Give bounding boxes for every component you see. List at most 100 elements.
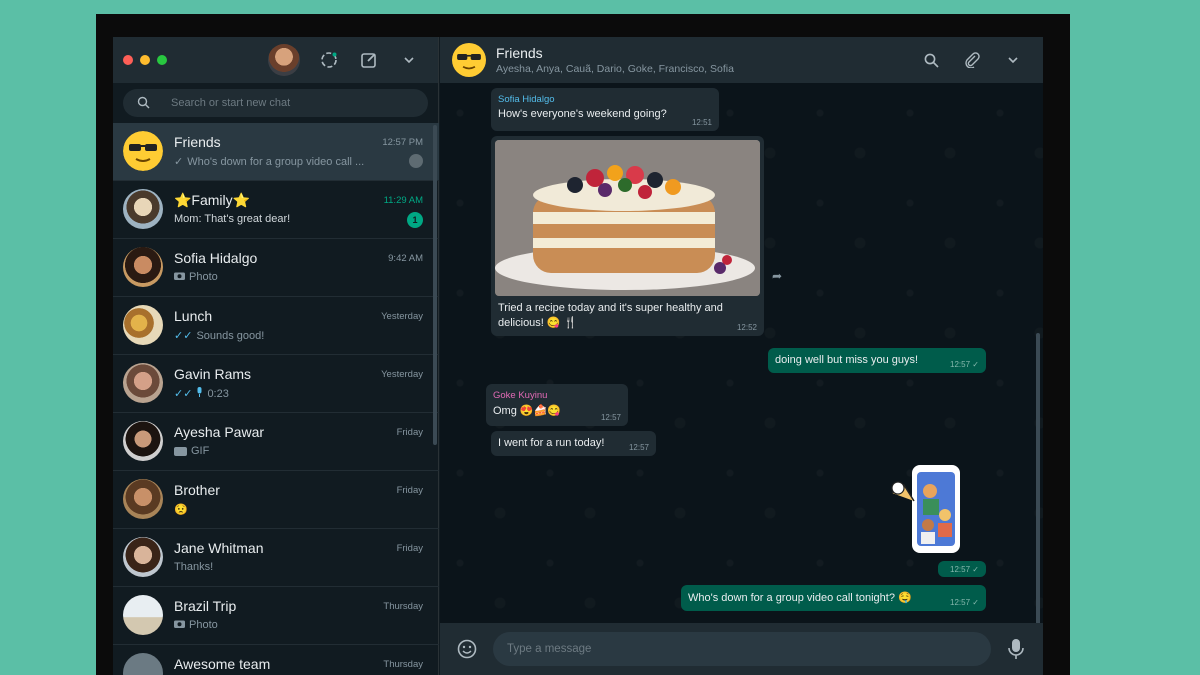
- chat-name: ⭐Family⭐: [174, 192, 251, 208]
- message-sender: Goke Kuyinu: [493, 390, 548, 401]
- avatar: [123, 305, 163, 345]
- close-window-button[interactable]: [123, 55, 133, 65]
- chat-time: Friday: [396, 485, 423, 496]
- message-text: I went for a run today!: [498, 437, 605, 449]
- message-bubble[interactable]: doing well but miss you guys! 12:57 ✓: [768, 348, 986, 373]
- camera-icon: [174, 619, 185, 631]
- chat-preview-text: Photo: [189, 619, 218, 631]
- message-input[interactable]: [493, 632, 991, 666]
- pin-icon: [409, 154, 423, 168]
- message-text: Tried a recipe today and it's super heal…: [498, 302, 723, 329]
- chat-preview-text: Thanks!: [174, 561, 214, 573]
- avatar: [123, 131, 163, 171]
- sticker-message[interactable]: [890, 463, 970, 558]
- conversation-scrollbar[interactable]: [1036, 333, 1040, 633]
- status-icon[interactable]: [319, 50, 339, 70]
- check-icon: ✓: [972, 360, 979, 369]
- chat-name: Brother: [174, 482, 220, 498]
- chat-time: Yesterday: [381, 369, 423, 380]
- message-area[interactable]: Sofia Hidalgo How's everyone's weekend g…: [440, 83, 1043, 633]
- search-bar: [113, 83, 438, 123]
- search-icon[interactable]: [921, 50, 941, 70]
- chat-time: 11:29 AM: [383, 195, 423, 206]
- chat-item-gavin-rams[interactable]: Gavin Rams Yesterday ✓✓ 0:23: [113, 355, 439, 413]
- message-bubble[interactable]: Who's down for a group video call tonigh…: [681, 585, 986, 611]
- chat-item-ayesha-pawar[interactable]: Ayesha Pawar Friday GIF: [113, 413, 439, 471]
- cake-photo[interactable]: [495, 140, 760, 296]
- avatar: [123, 247, 163, 287]
- chat-name: Lunch: [174, 308, 213, 324]
- chat-preview-text: GIF: [191, 445, 210, 457]
- message-bubble[interactable]: Goke Kuyinu Omg 😍🍰😋 12:57: [486, 384, 628, 426]
- message-time: 12:57: [950, 360, 971, 369]
- search-box: [123, 89, 428, 117]
- emoji-icon[interactable]: [456, 638, 478, 660]
- chat-preview-text: 😟: [174, 504, 188, 516]
- message-time: 12:57: [950, 565, 971, 574]
- attach-icon[interactable]: [962, 50, 982, 70]
- mic-icon: [196, 387, 203, 400]
- search-icon: [137, 96, 150, 114]
- message-text: doing well but miss you guys!: [775, 354, 919, 366]
- forward-icon[interactable]: ➦: [772, 269, 782, 283]
- chat-name: Gavin Rams: [174, 366, 252, 382]
- chat-item-awesome-team[interactable]: Awesome team Thursday: [113, 645, 439, 675]
- conversation-members: Ayesha, Anya, Cauã, Dario, Goke, Francis…: [496, 63, 734, 75]
- chat-preview-text: Sounds good!: [196, 329, 265, 342]
- chat-list: Friends 12:57 PM ✓ Who's down for a grou…: [113, 123, 439, 675]
- sidebar-scrollbar[interactable]: [433, 125, 437, 445]
- message-text: Who's down for a group video call tonigh…: [688, 592, 912, 604]
- chat-time: 9:42 AM: [388, 253, 423, 264]
- message-bubble[interactable]: Sofia Hidalgo How's everyone's weekend g…: [491, 88, 719, 131]
- read-check-icon: ✓✓: [174, 330, 193, 342]
- message-time: 12:51: [691, 118, 712, 127]
- sidebar-header: [113, 37, 438, 83]
- chat-time: Friday: [396, 543, 423, 554]
- chat-preview-text: Who's down for a group video call ...: [187, 155, 365, 168]
- maximize-window-button[interactable]: [157, 55, 167, 65]
- chat-name: Ayesha Pawar: [174, 424, 265, 440]
- new-chat-icon[interactable]: [359, 50, 379, 70]
- chat-item-lunch[interactable]: Lunch Yesterday ✓✓ Sounds good!: [113, 297, 439, 355]
- avatar: [123, 479, 163, 519]
- message-text: How's everyone's weekend going?: [498, 108, 667, 120]
- chat-item-jane-whitman[interactable]: Jane Whitman Friday Thanks!: [113, 529, 439, 587]
- message-time: 12:57: [950, 598, 971, 607]
- chat-preview: Photo: [174, 619, 409, 631]
- message-time-row: 12:57 ✓: [950, 565, 979, 574]
- microphone-icon[interactable]: [1006, 637, 1026, 661]
- conversation-header[interactable]: Friends Ayesha, Anya, Cauã, Dario, Goke,…: [440, 37, 1043, 83]
- avatar: [123, 363, 163, 403]
- chat-time: Thursday: [383, 601, 423, 612]
- chat-name: Awesome team: [174, 656, 271, 672]
- chat-item-brother[interactable]: Brother Friday 😟: [113, 471, 439, 529]
- chat-preview: ✓ Who's down for a group video call ...: [174, 155, 409, 169]
- image-message-bubble[interactable]: Tried a recipe today and it's super heal…: [491, 136, 764, 336]
- profile-avatar[interactable]: [268, 44, 300, 76]
- group-avatar[interactable]: [452, 43, 486, 77]
- chat-item-sofia-hidalgo[interactable]: Sofia Hidalgo 9:42 AM Photo: [113, 239, 439, 297]
- window-controls: [123, 55, 167, 65]
- chat-name: Brazil Trip: [174, 598, 237, 614]
- chat-name: Jane Whitman: [174, 540, 264, 556]
- check-icon: ✓: [972, 565, 979, 574]
- message-time-row: 12:57 ✓: [950, 598, 979, 607]
- chat-preview: ✓✓ Sounds good!: [174, 329, 409, 343]
- message-time-row: 12:57 ✓: [950, 360, 979, 369]
- gif-icon: [174, 446, 187, 456]
- search-input[interactable]: [171, 89, 421, 117]
- chevron-down-icon[interactable]: [1003, 50, 1023, 70]
- app-window: Friends 12:57 PM ✓ Who's down for a grou…: [113, 37, 1043, 675]
- chat-item-friends[interactable]: Friends 12:57 PM ✓ Who's down for a grou…: [113, 123, 439, 181]
- chat-preview: Thanks!: [174, 561, 409, 573]
- chat-preview: Mom: That's great dear!: [174, 213, 409, 225]
- chevron-down-icon[interactable]: [399, 50, 419, 70]
- message-bubble[interactable]: I went for a run today! 12:57: [491, 431, 656, 456]
- chat-preview: ✓✓ 0:23: [174, 387, 409, 400]
- chat-item-brazil-trip[interactable]: Brazil Trip Thursday Photo: [113, 587, 439, 645]
- chat-item-family[interactable]: ⭐Family⭐ 11:29 AM Mom: That's great dear…: [113, 181, 439, 239]
- camera-icon: [174, 271, 185, 283]
- chat-preview: GIF: [174, 445, 409, 457]
- read-check-icon: ✓✓: [174, 388, 193, 400]
- minimize-window-button[interactable]: [140, 55, 150, 65]
